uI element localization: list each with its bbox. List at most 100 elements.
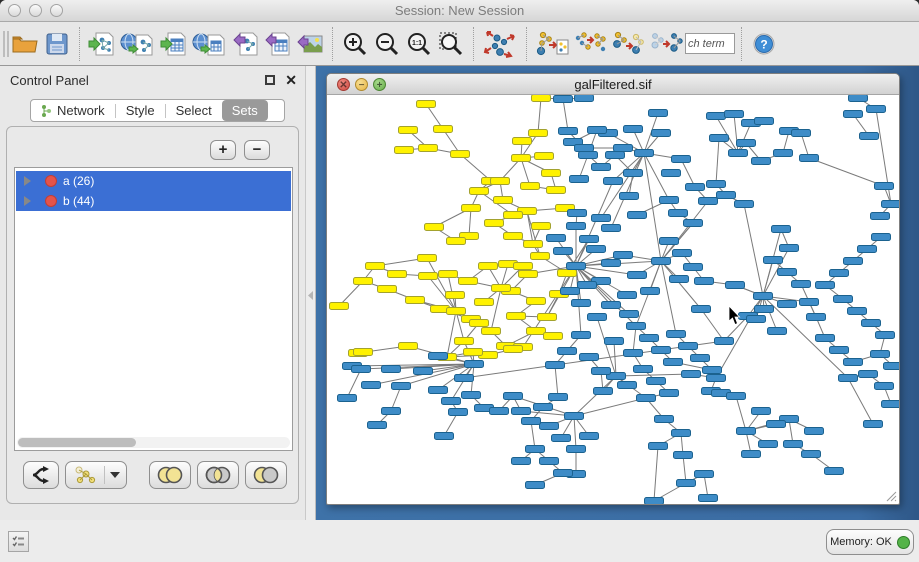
- graph-node[interactable]: [490, 408, 509, 415]
- graph-node[interactable]: [587, 246, 606, 253]
- new-network-from-selected-button[interactable]: [647, 27, 685, 61]
- graph-node[interactable]: [575, 145, 594, 152]
- graph-node[interactable]: [624, 170, 643, 177]
- graph-node[interactable]: [655, 416, 674, 423]
- expand-triangle-icon[interactable]: [24, 176, 31, 186]
- graph-node[interactable]: [695, 471, 714, 478]
- graph-node[interactable]: [604, 178, 623, 185]
- graph-node[interactable]: [620, 193, 639, 200]
- graph-node[interactable]: [442, 398, 461, 405]
- network-window-titlebar[interactable]: ✕ − + galFiltered.sif: [327, 74, 899, 95]
- graph-node[interactable]: [504, 212, 523, 219]
- graph-node[interactable]: [830, 270, 849, 277]
- graph-node[interactable]: [703, 367, 722, 374]
- graph-node[interactable]: [780, 245, 799, 252]
- graph-node[interactable]: [455, 375, 474, 382]
- graph-node[interactable]: [540, 423, 559, 430]
- graph-node[interactable]: [552, 435, 571, 442]
- graph-node[interactable]: [588, 127, 607, 134]
- graph-node[interactable]: [579, 152, 598, 159]
- graph-node[interactable]: [816, 282, 835, 289]
- graph-node[interactable]: [592, 215, 611, 222]
- graph-node[interactable]: [692, 306, 711, 313]
- graph-node[interactable]: [464, 349, 483, 356]
- graph-node[interactable]: [871, 213, 890, 220]
- graph-node[interactable]: [568, 210, 587, 217]
- graph-node[interactable]: [830, 347, 849, 354]
- graph-node[interactable]: [695, 278, 714, 285]
- graph-node[interactable]: [512, 408, 531, 415]
- graph-node[interactable]: [652, 258, 671, 265]
- graph-node[interactable]: [529, 130, 548, 137]
- graph-node[interactable]: [559, 128, 578, 135]
- graph-node[interactable]: [882, 401, 900, 408]
- graph-node[interactable]: [475, 299, 494, 306]
- graph-node[interactable]: [645, 498, 664, 505]
- graph-canvas[interactable]: [327, 95, 899, 504]
- import-network-url-button[interactable]: [118, 27, 158, 61]
- graph-node[interactable]: [540, 458, 559, 465]
- graph-node[interactable]: [513, 138, 532, 145]
- graph-node[interactable]: [399, 127, 418, 134]
- graph-node[interactable]: [570, 176, 589, 183]
- graph-node[interactable]: [580, 433, 599, 440]
- graph-node[interactable]: [742, 451, 761, 458]
- graph-node[interactable]: [800, 299, 819, 306]
- graph-node[interactable]: [778, 301, 797, 308]
- open-session-button[interactable]: [9, 27, 41, 61]
- graph-node[interactable]: [669, 210, 688, 217]
- graph-node[interactable]: [425, 224, 444, 231]
- graph-node[interactable]: [672, 156, 691, 163]
- graph-node[interactable]: [546, 362, 565, 369]
- graph-node[interactable]: [465, 361, 484, 368]
- graph-node[interactable]: [414, 368, 433, 375]
- graph-node[interactable]: [575, 95, 594, 102]
- tab-sets[interactable]: Sets: [222, 100, 268, 121]
- help-button[interactable]: ?: [748, 27, 780, 61]
- graph-node[interactable]: [482, 328, 501, 335]
- graph-node[interactable]: [368, 422, 387, 429]
- float-panel-icon[interactable]: [265, 75, 275, 85]
- graph-node[interactable]: [752, 158, 771, 165]
- list-item[interactable]: b (44): [16, 191, 291, 211]
- graph-node[interactable]: [544, 333, 563, 340]
- graph-node[interactable]: [526, 446, 545, 453]
- graph-node[interactable]: [707, 181, 726, 188]
- graph-node[interactable]: [531, 253, 550, 260]
- graph-node[interactable]: [382, 408, 401, 415]
- graph-node[interactable]: [602, 225, 621, 232]
- graph-node[interactable]: [485, 220, 504, 227]
- graph-node[interactable]: [864, 421, 883, 428]
- graph-node[interactable]: [504, 346, 523, 353]
- graph-node[interactable]: [592, 368, 611, 375]
- graph-node[interactable]: [362, 382, 381, 389]
- graph-node[interactable]: [844, 359, 863, 366]
- graph-node[interactable]: [580, 354, 599, 361]
- graph-node[interactable]: [772, 226, 791, 233]
- graph-node[interactable]: [378, 286, 397, 293]
- graph-node[interactable]: [778, 269, 797, 276]
- graph-node[interactable]: [662, 170, 681, 177]
- intersect-sets-button[interactable]: [197, 461, 239, 489]
- graph-node[interactable]: [449, 409, 468, 416]
- graph-node[interactable]: [737, 428, 756, 435]
- graph-node[interactable]: [862, 320, 881, 327]
- graph-node[interactable]: [792, 281, 811, 288]
- graph-node[interactable]: [462, 205, 481, 212]
- graph-node[interactable]: [524, 241, 543, 248]
- graph-node[interactable]: [652, 347, 671, 354]
- graph-node[interactable]: [674, 452, 693, 459]
- graph-node[interactable]: [834, 296, 853, 303]
- graph-node[interactable]: [871, 351, 890, 358]
- graph-node[interactable]: [459, 278, 478, 285]
- graph-node[interactable]: [605, 338, 624, 345]
- graph-node[interactable]: [664, 359, 683, 366]
- graph-node[interactable]: [679, 343, 698, 350]
- save-session-button[interactable]: [41, 27, 73, 61]
- graph-node[interactable]: [682, 371, 701, 378]
- zoom-actual-size-button[interactable]: 1:1: [403, 27, 435, 61]
- graph-node[interactable]: [726, 282, 745, 289]
- graph-node[interactable]: [640, 335, 659, 342]
- graph-node[interactable]: [354, 349, 373, 356]
- graph-node[interactable]: [774, 150, 793, 157]
